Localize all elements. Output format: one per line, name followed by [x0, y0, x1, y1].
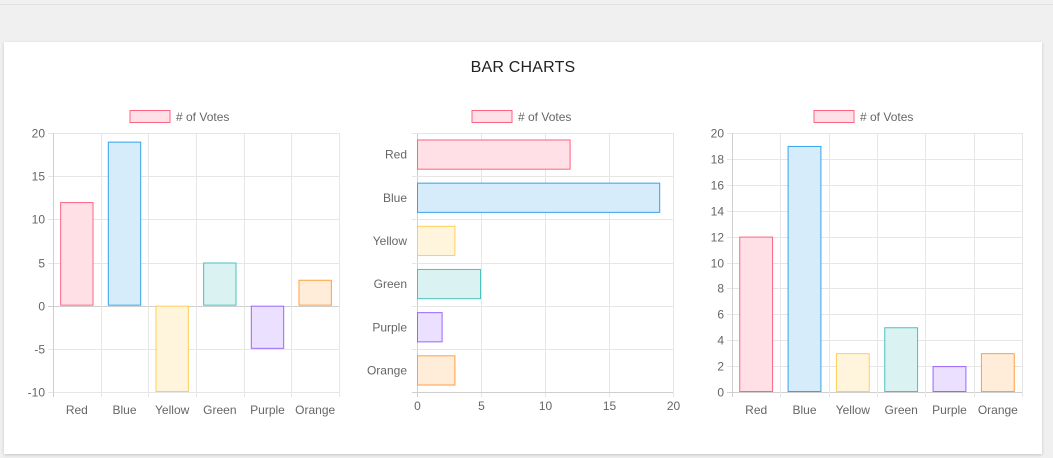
y-tick-label: 20 [711, 127, 725, 141]
x-tick-label: Purple [932, 403, 967, 417]
bar-green [884, 327, 919, 392]
x-tick-label: Blue [792, 403, 816, 417]
bar-purple [932, 366, 967, 393]
y-tick-label: 16 [711, 179, 725, 193]
legend-label: # of Votes [860, 110, 913, 124]
vertical-bar-chart-positive: # of Votes20181614121086420Red Blue Yellow… [711, 110, 1023, 417]
legend-swatch [813, 110, 855, 123]
y-tick-label: 2 [717, 360, 724, 374]
y-tick-label: 6 [717, 308, 724, 322]
bar-yellow [835, 353, 870, 392]
y-tick-label: 18 [711, 153, 725, 167]
y-tick-label: 10 [711, 257, 725, 271]
x-tick-label: Yellow [836, 403, 871, 417]
y-tick-label: 14 [711, 205, 725, 219]
y-tick-label: 0 [717, 386, 724, 400]
x-tick-label: Red [745, 403, 767, 417]
bar-red [739, 236, 774, 392]
x-tick-label: Orange [978, 403, 1018, 417]
y-tick-label: 8 [717, 282, 724, 296]
bar-orange [980, 353, 1015, 392]
y-tick-label: 4 [717, 334, 724, 348]
x-tick-label: Green [884, 403, 917, 417]
bar-blue [787, 145, 822, 392]
y-tick-label: 12 [711, 231, 725, 245]
